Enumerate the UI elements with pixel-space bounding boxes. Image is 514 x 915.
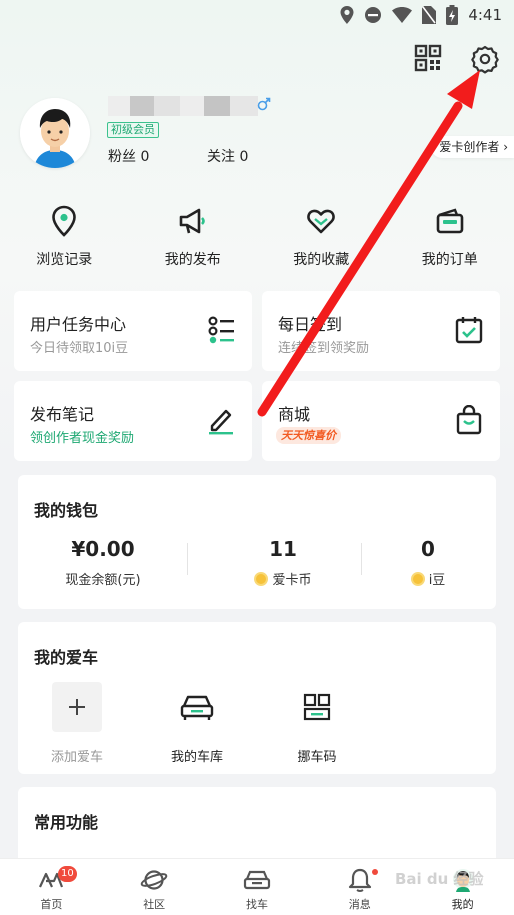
tile-title: 每日签到 — [278, 315, 343, 334]
cash-label: 现金余额(元) — [65, 573, 141, 588]
cash-value: ¥0.00 — [71, 537, 135, 561]
creator-tag-label: 爱卡创作者 — [439, 140, 500, 154]
tab-label: 首页 — [40, 898, 63, 911]
task-center-tile[interactable]: 用户任务中心 今日待领取10i豆 — [14, 291, 252, 371]
status-time: 4:41 — [468, 6, 502, 24]
avatar[interactable] — [20, 98, 90, 168]
tab-label: 社区 — [143, 898, 166, 911]
avatar-cartoon-icon — [20, 98, 90, 168]
calendar-check-icon — [455, 317, 483, 344]
mall-tile[interactable]: 商城 天天惊喜价 — [262, 381, 500, 461]
tab-find-car[interactable]: 找车 — [206, 859, 309, 915]
fans-label: 粉丝 — [108, 149, 136, 165]
garage-icon-box — [172, 682, 222, 732]
quick-item-label: 我的订单 — [421, 252, 478, 268]
coin-value: 11 — [269, 537, 297, 561]
car-icon — [180, 695, 214, 720]
tile-subtitle: 今日待领取10i豆 — [30, 341, 129, 356]
wallet-card[interactable]: 我的钱包 ¥0.00 现金余额(元) 11 爱卡币 0 i豆 — [18, 475, 496, 609]
coin-icon — [254, 571, 269, 586]
wallet-icon — [436, 208, 464, 234]
location-pin-icon — [52, 205, 77, 237]
fans-value: 0 — [140, 149, 150, 165]
settings-button[interactable] — [470, 44, 500, 74]
car-icon — [243, 870, 271, 890]
quick-item-my-posts[interactable]: 我的发布 — [129, 205, 258, 269]
quick-item-orders[interactable]: 我的订单 — [386, 205, 514, 269]
bean-icon — [410, 571, 425, 586]
my-car-card: 我的爱车 添加爱车 我的车库 挪车码 — [18, 622, 496, 774]
heart-icon — [307, 209, 336, 234]
qr-code-icon — [414, 44, 442, 72]
chevron-right-icon: › — [503, 140, 508, 154]
level-badge: 初级会员 — [107, 122, 159, 138]
garage-label: 我的车库 — [170, 750, 223, 765]
move-code-label: 挪车码 — [297, 750, 337, 765]
unread-dot — [372, 869, 379, 875]
divider — [187, 543, 188, 575]
common-title: 常用功能 — [34, 813, 99, 832]
follow-value: 0 — [239, 149, 249, 165]
wallet-coins[interactable]: 11 爱卡币 — [198, 537, 368, 588]
quick-actions: 浏览记录 我的发布 我的收藏 我的订单 — [0, 205, 514, 269]
promo-tag: 天天惊喜价 — [276, 427, 341, 444]
quick-item-label: 我的收藏 — [293, 252, 350, 268]
bell-icon — [348, 868, 371, 892]
quick-item-history[interactable]: 浏览记录 — [0, 205, 129, 269]
qr-code-button[interactable] — [414, 44, 444, 74]
move-code-icon-box — [292, 682, 342, 732]
wifi-icon — [392, 7, 413, 23]
tile-title: 用户任务中心 — [30, 315, 127, 334]
location-icon — [340, 6, 354, 24]
male-gender-icon — [257, 97, 271, 111]
tile-subtitle: 连续签到领奖励 — [278, 341, 370, 356]
add-car-box — [52, 682, 102, 732]
planet-icon — [140, 870, 168, 890]
follow-count[interactable]: 关注 0 — [207, 146, 248, 166]
move-car-code-button[interactable]: 挪车码 — [262, 682, 372, 765]
notification-badge: 10 — [58, 866, 77, 882]
username-redacted — [108, 96, 258, 116]
wallet-title: 我的钱包 — [34, 501, 99, 520]
my-car-title: 我的爱车 — [34, 648, 99, 667]
bean-label: i豆 — [428, 573, 446, 588]
megaphone-icon — [179, 208, 205, 234]
list-icon — [208, 316, 234, 344]
status-bar: 4:41 — [0, 0, 514, 30]
publish-note-tile[interactable]: 发布笔记 领创作者现金奖励 — [14, 381, 252, 461]
no-sim-icon — [422, 6, 437, 24]
pencil-icon — [209, 409, 233, 435]
tab-community[interactable]: 社区 — [103, 859, 206, 915]
move-car-code-icon — [303, 693, 331, 721]
coin-label: 爱卡币 — [272, 573, 312, 588]
shopping-bag-icon — [456, 405, 482, 435]
tile-subtitle: 领创作者现金奖励 — [30, 431, 135, 446]
quick-item-label: 浏览记录 — [36, 252, 93, 268]
add-car-button[interactable]: 添加爱车 — [22, 682, 132, 765]
creator-tag-button[interactable]: 爱卡创作者 › — [431, 136, 514, 158]
tile-title: 商城 — [278, 405, 311, 424]
quick-item-label: 我的发布 — [164, 252, 221, 268]
plus-icon — [69, 699, 85, 715]
tab-label: 我的 — [451, 898, 474, 911]
my-garage-button[interactable]: 我的车库 — [142, 682, 252, 765]
bean-value: 0 — [421, 537, 435, 561]
tab-label: 消息 — [348, 898, 371, 911]
add-car-label: 添加爱车 — [50, 750, 103, 765]
daily-checkin-tile[interactable]: 每日签到 连续签到领奖励 — [262, 291, 500, 371]
fans-count[interactable]: 粉丝 0 — [108, 146, 149, 166]
tile-title: 发布笔记 — [30, 405, 95, 424]
gear-icon — [471, 45, 499, 74]
tab-label: 找车 — [245, 898, 268, 911]
follow-label: 关注 — [207, 149, 235, 165]
watermark: Bai du 经验 — [395, 870, 484, 888]
quick-item-favorites[interactable]: 我的收藏 — [257, 205, 386, 269]
wallet-beans[interactable]: 0 i豆 — [358, 537, 498, 588]
tab-home[interactable]: 10 首页 — [0, 859, 103, 915]
battery-charging-icon — [446, 5, 459, 25]
wallet-cash[interactable]: ¥0.00 现金余额(元) — [18, 537, 188, 588]
do-not-disturb-icon — [365, 7, 382, 23]
